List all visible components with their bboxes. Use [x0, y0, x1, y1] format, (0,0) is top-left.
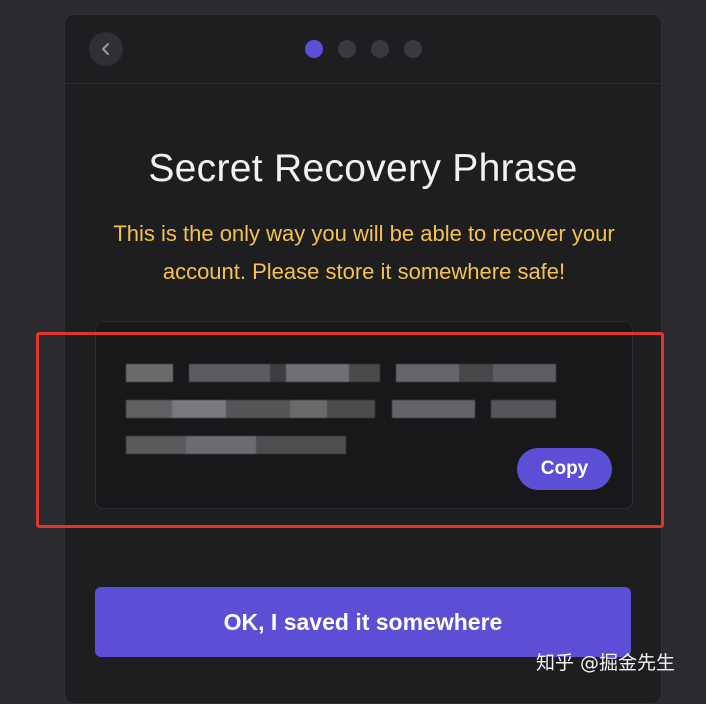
copy-button[interactable]: Copy — [517, 448, 612, 490]
watermark-logo: 知乎 @掘金先生 — [536, 648, 675, 675]
onboarding-dialog: Secret Recovery Phrase This is the only … — [64, 14, 662, 704]
warning-text: This is the only way you will be able to… — [113, 221, 615, 284]
chevron-left-icon — [102, 43, 109, 55]
step-dot-2 — [338, 40, 356, 58]
recovery-phrase-box: Copy — [95, 321, 633, 509]
confirm-saved-button[interactable]: OK, I saved it somewhere — [95, 587, 631, 657]
watermark-text: 知乎 @掘金先生 — [536, 652, 676, 674]
step-dot-1 — [305, 40, 323, 58]
step-dot-4 — [404, 40, 422, 58]
back-button[interactable] — [89, 32, 123, 66]
recovery-phrase-obscured — [126, 364, 556, 474]
page-title: Secret Recovery Phrase — [148, 147, 578, 190]
dialog-header — [65, 15, 661, 84]
step-indicator — [305, 40, 422, 58]
step-dot-3 — [371, 40, 389, 58]
